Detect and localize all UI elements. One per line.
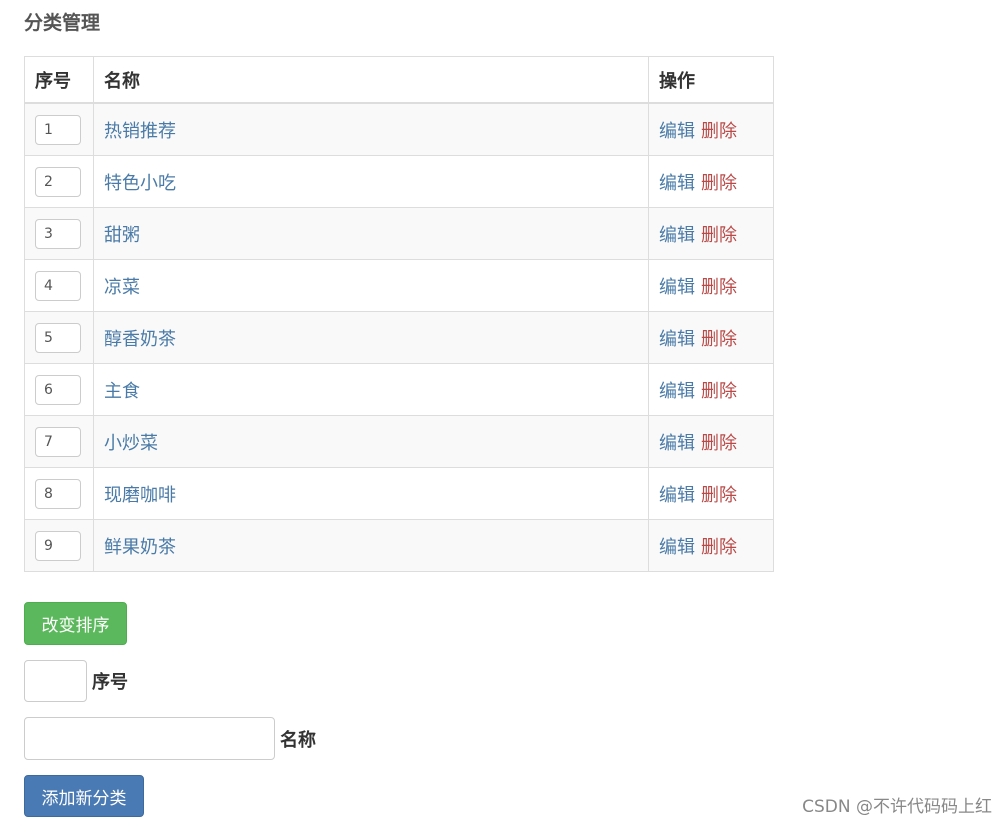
delete-link[interactable]: 删除 <box>701 485 737 506</box>
table-row: 小炒菜 编辑删除 <box>24 415 774 468</box>
edit-link[interactable]: 编辑 <box>659 121 695 142</box>
page-title: 分类管理 <box>24 12 101 34</box>
category-name-link[interactable]: 凉菜 <box>104 277 140 298</box>
table-row: 特色小吃 编辑删除 <box>24 155 774 208</box>
edit-link[interactable]: 编辑 <box>659 173 695 194</box>
edit-link[interactable]: 编辑 <box>659 485 695 506</box>
new-name-input[interactable] <box>24 717 275 760</box>
order-cell <box>24 363 94 416</box>
category-name-link[interactable]: 甜粥 <box>104 225 140 246</box>
order-cell <box>24 259 94 312</box>
delete-link[interactable]: 删除 <box>701 173 737 194</box>
new-order-input[interactable] <box>24 660 87 702</box>
name-cell: 鲜果奶茶 <box>93 519 649 572</box>
edit-link[interactable]: 编辑 <box>659 433 695 454</box>
name-cell: 主食 <box>93 363 649 416</box>
delete-link[interactable]: 删除 <box>701 433 737 454</box>
order-cell <box>24 467 94 520</box>
category-name-link[interactable]: 主食 <box>104 381 140 402</box>
table-row: 甜粥 编辑删除 <box>24 207 774 260</box>
order-cell <box>24 519 94 572</box>
name-cell: 热销推荐 <box>93 102 649 156</box>
ops-cell: 编辑 删除 <box>648 102 774 156</box>
category-name-link[interactable]: 小炒菜 <box>104 433 158 454</box>
edit-link[interactable]: 编辑 <box>659 537 695 558</box>
ops-cell: 编辑 删除 <box>648 311 774 364</box>
table-row: 热销推荐 编辑删除 <box>24 102 774 156</box>
new-order-label: 序号 <box>92 672 128 693</box>
table-row: 鲜果奶茶 编辑删除 <box>24 519 774 572</box>
name-cell: 现磨咖啡 <box>93 467 649 520</box>
ops-cell: 编辑 删除 <box>648 467 774 520</box>
new-name-label: 名称 <box>280 730 316 751</box>
order-cell <box>24 102 94 156</box>
watermark: CSDN @不许代码码上红 <box>802 797 992 817</box>
order-input[interactable] <box>35 114 81 145</box>
order-input[interactable] <box>35 374 81 405</box>
table-body: 热销推荐编辑删除特色小吃编辑删除甜粥编辑删除凉菜编辑删除醇香奶茶编辑删除主食编辑… <box>24 102 774 572</box>
name-cell: 醇香奶茶 <box>93 311 649 364</box>
order-cell <box>24 207 94 260</box>
category-table: 序号 名称 操作 热销推荐编辑删除特色小吃编辑删除甜粥编辑删除凉菜编辑删除醇香奶… <box>24 56 774 572</box>
category-name-link[interactable]: 热销推荐 <box>104 121 176 142</box>
table-row: 现磨咖啡 编辑删除 <box>24 467 774 520</box>
order-input[interactable] <box>35 478 81 509</box>
ops-cell: 编辑 删除 <box>648 207 774 260</box>
delete-link[interactable]: 删除 <box>701 329 737 350</box>
name-cell: 特色小吃 <box>93 155 649 208</box>
table-row: 醇香奶茶 编辑删除 <box>24 311 774 364</box>
delete-link[interactable]: 删除 <box>701 121 737 142</box>
edit-link[interactable]: 编辑 <box>659 277 695 298</box>
order-cell <box>24 415 94 468</box>
table-row: 主食 编辑删除 <box>24 363 774 416</box>
category-name-link[interactable]: 特色小吃 <box>104 173 176 194</box>
order-cell <box>24 155 94 208</box>
edit-link[interactable]: 编辑 <box>659 329 695 350</box>
order-input[interactable] <box>35 270 81 301</box>
delete-link[interactable]: 删除 <box>701 537 737 558</box>
table-header-row: 序号 名称 操作 <box>24 56 774 104</box>
order-input[interactable] <box>35 322 81 353</box>
category-name-link[interactable]: 鲜果奶茶 <box>104 537 176 558</box>
header-order: 序号 <box>24 56 94 104</box>
table-row: 凉菜 编辑删除 <box>24 259 774 312</box>
name-cell: 小炒菜 <box>93 415 649 468</box>
name-cell: 凉菜 <box>93 259 649 312</box>
ops-cell: 编辑 删除 <box>648 519 774 572</box>
name-cell: 甜粥 <box>93 207 649 260</box>
change-order-button[interactable]: 改变排序 <box>24 602 127 645</box>
delete-link[interactable]: 删除 <box>701 225 737 246</box>
category-name-link[interactable]: 现磨咖啡 <box>104 485 176 506</box>
delete-link[interactable]: 删除 <box>701 277 737 298</box>
header-name: 名称 <box>93 56 649 104</box>
ops-cell: 编辑 删除 <box>648 155 774 208</box>
order-input[interactable] <box>35 530 81 561</box>
header-ops: 操作 <box>648 56 774 104</box>
order-cell <box>24 311 94 364</box>
ops-cell: 编辑 删除 <box>648 259 774 312</box>
category-name-link[interactable]: 醇香奶茶 <box>104 329 176 350</box>
ops-cell: 编辑 删除 <box>648 363 774 416</box>
order-input[interactable] <box>35 218 81 249</box>
order-input[interactable] <box>35 426 81 457</box>
ops-cell: 编辑 删除 <box>648 415 774 468</box>
edit-link[interactable]: 编辑 <box>659 381 695 402</box>
delete-link[interactable]: 删除 <box>701 381 737 402</box>
order-input[interactable] <box>35 166 81 197</box>
add-category-button[interactable]: 添加新分类 <box>24 775 144 817</box>
edit-link[interactable]: 编辑 <box>659 225 695 246</box>
